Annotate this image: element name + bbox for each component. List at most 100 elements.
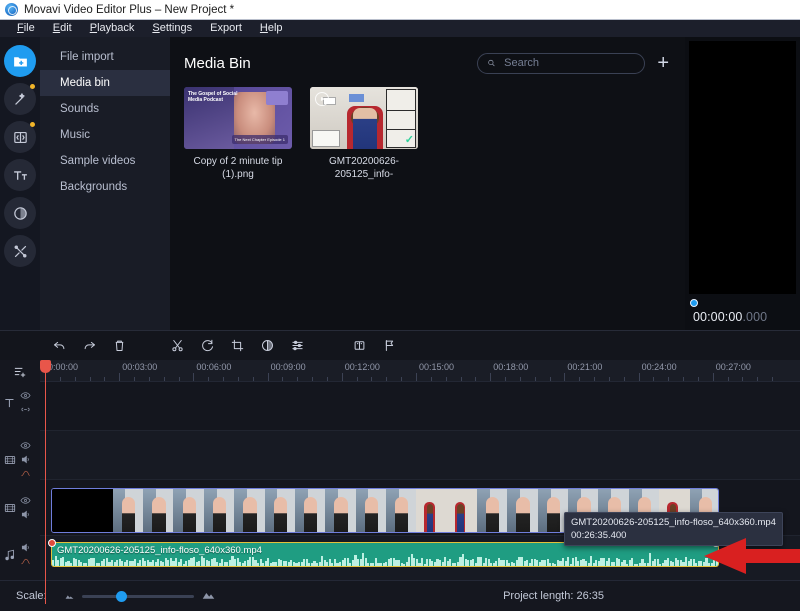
- media-item-video[interactable]: ✓ GMT20200626-205125_info-: [310, 87, 418, 181]
- track-header-video-1[interactable]: [0, 440, 40, 479]
- curve-icon: [20, 556, 31, 567]
- ruler-tick-minor: [505, 377, 506, 381]
- redo-button[interactable]: [74, 334, 104, 358]
- preview-seek-bar[interactable]: [690, 297, 795, 309]
- rotate-button[interactable]: [192, 334, 222, 358]
- track-row-video-1[interactable]: [40, 431, 800, 479]
- small-mountain-icon[interactable]: [65, 587, 74, 605]
- playhead-knob[interactable]: [40, 360, 51, 373]
- thumbnail: ✓: [310, 87, 418, 149]
- crop-button[interactable]: [222, 334, 252, 358]
- filmstrip-frame: [82, 489, 112, 532]
- clip-handle-left[interactable]: [48, 539, 56, 547]
- ruler-label: 00:15:00: [419, 362, 454, 372]
- filmstrip-frame: [295, 489, 325, 532]
- scale-slider-thumb[interactable]: [116, 591, 127, 602]
- track-headers: [0, 360, 40, 604]
- ruler-label: 0:00:00: [48, 362, 78, 372]
- titles-tab[interactable]: [4, 159, 36, 191]
- menu-settings[interactable]: Settings: [143, 20, 201, 37]
- timecode-main: 00:00:00: [693, 310, 742, 324]
- filters-tab[interactable]: [4, 83, 36, 115]
- add-track-button[interactable]: [0, 360, 40, 382]
- timeline-playhead[interactable]: [45, 360, 46, 604]
- track-header-video-2[interactable]: [0, 495, 40, 520]
- category-list: File import Media bin Sounds Music Sampl…: [40, 37, 170, 330]
- tools-tab[interactable]: [4, 235, 36, 267]
- ruler-tick-minor: [698, 377, 699, 381]
- preview-panel: 00:00:00.000: [685, 37, 800, 330]
- timeline-ruler[interactable]: 0:00:0000:03:0000:06:0000:09:0000:12:000…: [40, 360, 800, 382]
- marker-button[interactable]: [374, 334, 404, 358]
- category-music[interactable]: Music: [40, 122, 170, 148]
- category-media-bin[interactable]: Media bin: [40, 70, 170, 96]
- undo-button[interactable]: [44, 334, 74, 358]
- filmstrip-frame: [52, 489, 82, 532]
- ruler-tick: [564, 373, 565, 381]
- preview-screen[interactable]: [689, 41, 796, 294]
- media-grid: The Gospel of SocialMedia Podcast The Ne…: [170, 77, 685, 191]
- filmstrip-frame: [204, 489, 234, 532]
- trash-icon: [112, 338, 127, 353]
- ruler-tick-minor: [594, 377, 595, 381]
- import-tab[interactable]: [4, 45, 36, 77]
- properties-button[interactable]: [282, 334, 312, 358]
- track-header-title[interactable]: [0, 390, 40, 415]
- ruler-tick: [416, 373, 417, 381]
- color-adjust-button[interactable]: [252, 334, 282, 358]
- ruler-label: 00:09:00: [271, 362, 306, 372]
- split-button[interactable]: [162, 334, 192, 358]
- category-backgrounds[interactable]: Backgrounds: [40, 174, 170, 200]
- preview-playhead-handle[interactable]: [690, 299, 698, 307]
- menu-help[interactable]: Help: [251, 20, 292, 37]
- color-wheel-icon: [12, 205, 29, 222]
- ruler-tick-minor: [683, 377, 684, 381]
- undo-icon: [52, 338, 67, 353]
- rotate-icon: [200, 338, 215, 353]
- crop-icon: [230, 338, 245, 353]
- link-icon: [20, 404, 31, 415]
- scale-slider[interactable]: [82, 595, 194, 598]
- add-media-button[interactable]: +: [655, 53, 671, 73]
- ruler-tick-minor: [520, 377, 521, 381]
- menu-playback[interactable]: Playback: [81, 20, 144, 37]
- filmstrip-frame: [113, 489, 143, 532]
- category-sounds[interactable]: Sounds: [40, 96, 170, 122]
- delete-button[interactable]: [104, 334, 134, 358]
- ruler-tick-minor: [75, 377, 76, 381]
- ruler-tick-minor: [371, 377, 372, 381]
- stickers-tab[interactable]: [4, 197, 36, 229]
- thumbnail: The Gospel of SocialMedia Podcast The Ne…: [184, 87, 292, 149]
- transitions-tab[interactable]: [4, 121, 36, 153]
- ruler-tick-minor: [461, 377, 462, 381]
- filmstrip-frame: [507, 489, 537, 532]
- track-header-audio[interactable]: [0, 542, 40, 567]
- add-track-icon: [13, 364, 28, 379]
- media-item-image[interactable]: The Gospel of SocialMedia Podcast The Ne…: [184, 87, 292, 181]
- category-sample-videos[interactable]: Sample videos: [40, 148, 170, 174]
- ruler-tick-minor: [401, 377, 402, 381]
- magic-wand-icon: [12, 91, 29, 108]
- filmstrip-frame: [356, 489, 386, 532]
- speaker-icon: [20, 454, 31, 465]
- menu-file[interactable]: File: [8, 20, 44, 37]
- ruler-tick: [193, 373, 194, 381]
- search-input[interactable]: [504, 57, 635, 69]
- ruler-tick-minor: [253, 377, 254, 381]
- media-bin-tools: +: [477, 53, 671, 74]
- menu-export[interactable]: Export: [201, 20, 251, 37]
- search-box[interactable]: [477, 53, 645, 74]
- ruler-tick: [119, 373, 120, 381]
- project-length: Project length: 26:35: [503, 590, 604, 602]
- large-mountain-icon[interactable]: [202, 587, 215, 605]
- preview-timecode: 00:00:00.000: [685, 309, 800, 330]
- category-file-import[interactable]: File import: [40, 44, 170, 70]
- chroma-key-button[interactable]: [344, 334, 374, 358]
- filmstrip-frame: [265, 489, 295, 532]
- redo-icon: [82, 338, 97, 353]
- title-bar: Movavi Video Editor Plus – New Project *: [0, 0, 800, 20]
- media-bin-panel: Media Bin + The G: [170, 37, 685, 330]
- menu-edit[interactable]: Edit: [44, 20, 81, 37]
- timeline-tracks[interactable]: 0:00:0000:03:0000:06:0000:09:0000:12:000…: [40, 360, 800, 604]
- track-row-title[interactable]: [40, 382, 800, 430]
